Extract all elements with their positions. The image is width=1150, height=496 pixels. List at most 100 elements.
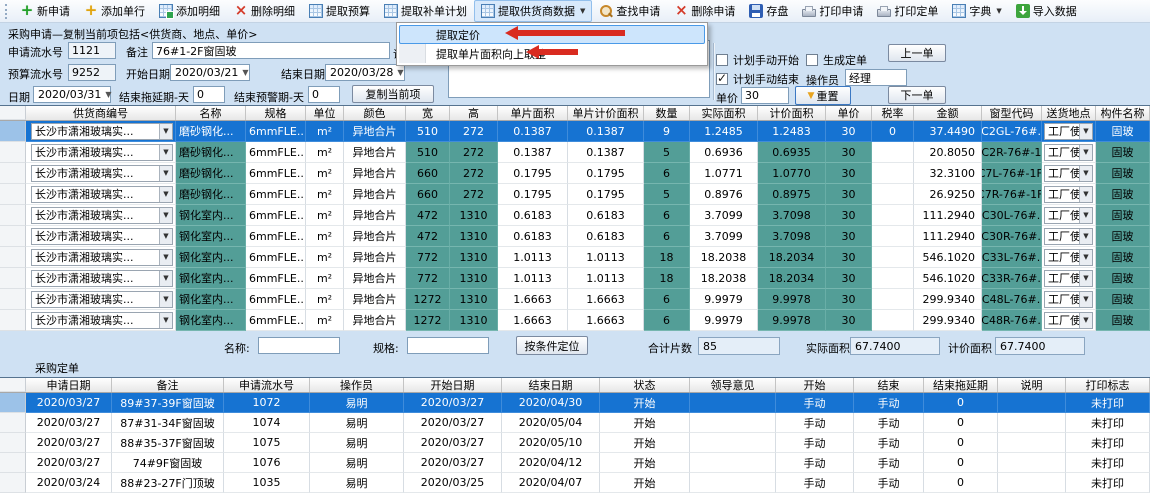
cell[interactable]: 未打印 [1066,433,1150,453]
table-row[interactable]: 长沙市潇湘玻璃实...▼钢化室内...6mmFLE...m²异地合片127213… [0,289,1150,310]
cell[interactable]: 手动 [854,433,924,453]
cell-dropdown[interactable]: 工厂使用▼ [1044,165,1093,182]
combo-cell[interactable]: 长沙市潇湘玻璃实...▼ [26,310,176,331]
cell[interactable]: 1.0770 [758,163,826,184]
cell[interactable]: 299.9340 [914,310,982,331]
cell[interactable]: 32.3100 [914,163,982,184]
cell[interactable]: LC48L-76#... [982,289,1042,310]
cell[interactable]: m² [306,121,344,142]
cell[interactable]: 546.1020 [914,268,982,289]
cell[interactable]: LC30L-76#... [982,205,1042,226]
cell[interactable]: 30 [826,310,872,331]
table-row[interactable]: 2020/03/2789#37-39F窗固玻1072易明2020/03/2720… [0,393,1150,413]
cell[interactable]: 2020/03/27 [404,453,502,473]
cell[interactable] [998,453,1066,473]
combo-cell[interactable]: 长沙市潇湘玻璃实...▼ [26,142,176,163]
cell[interactable]: 0.6935 [758,142,826,163]
cell[interactable]: 9.9979 [690,310,758,331]
row-selector[interactable] [0,310,26,331]
combo-cell[interactable]: 工厂使用▼ [1042,268,1096,289]
cell[interactable]: LC33L-76#... [982,247,1042,268]
reset-button[interactable]: ▼重置 [795,86,851,105]
cell[interactable]: 0.1387 [498,121,568,142]
cell[interactable]: 固玻 [1096,268,1150,289]
cell[interactable]: 30 [826,121,872,142]
cell[interactable]: LC48R-76#... [982,310,1042,331]
combo-cell[interactable]: 长沙市潇湘玻璃实...▼ [26,121,176,142]
cell[interactable]: 钢化室内... [176,289,246,310]
cell[interactable]: 6mmFLE... [246,289,306,310]
cell-dropdown[interactable]: 工厂使用▼ [1044,312,1093,329]
cell[interactable]: 固玻 [1096,289,1150,310]
row-selector[interactable] [0,121,26,142]
cell[interactable]: 18 [644,247,690,268]
cell[interactable]: 易明 [310,453,404,473]
cell[interactable]: 2020/03/27 [404,433,502,453]
cell[interactable]: 1074 [224,413,310,433]
cell[interactable]: 2020/03/27 [26,393,112,413]
start-date-picker[interactable]: 2020/03/21▼ [170,64,250,81]
cell[interactable]: 1.2485 [690,121,758,142]
row-selector[interactable] [0,142,26,163]
row-selector[interactable] [0,163,26,184]
unit-price-field[interactable]: 30 [741,87,789,104]
cell[interactable]: 89#37-39F窗固玻 [112,393,224,413]
plan-manual-end-checkbox[interactable]: 计划手动结束 [716,71,799,87]
cell[interactable]: 1310 [450,226,498,247]
cell[interactable]: 异地合片 [344,247,406,268]
table-row[interactable]: 2020/03/2488#23-27F门顶玻1035易明2020/03/2520… [0,473,1150,493]
cell[interactable]: 2020/04/30 [502,393,600,413]
cell[interactable]: 未打印 [1066,413,1150,433]
toolbar-button-delete-detail[interactable]: 删除明细 [227,0,302,22]
cell[interactable]: 手动 [854,473,924,493]
cell[interactable]: 固玻 [1096,142,1150,163]
cell[interactable]: 9.9979 [690,289,758,310]
cell[interactable]: 9.9978 [758,289,826,310]
combo-cell[interactable]: 长沙市潇湘玻璃实...▼ [26,163,176,184]
cell[interactable]: 0 [924,473,998,493]
cell[interactable]: 6mmFLE... [246,226,306,247]
cell[interactable]: 20.8050 [914,142,982,163]
cell[interactable]: 9 [644,121,690,142]
cell[interactable]: 299.9340 [914,289,982,310]
table-row[interactable]: 长沙市潇湘玻璃实...▼磨砂钢化...6mmFLE...m²异地合片660272… [0,184,1150,205]
table-row[interactable]: 长沙市潇湘玻璃实...▼钢化室内...6mmFLE...m²异地合片472131… [0,226,1150,247]
cell[interactable]: 6mmFLE... [246,142,306,163]
cell[interactable]: 钢化室内... [176,226,246,247]
cell[interactable]: 37.4490 [914,121,982,142]
cell[interactable]: 固玻 [1096,121,1150,142]
cell[interactable]: 0.8976 [690,184,758,205]
row-selector[interactable] [0,289,26,310]
remark-field[interactable]: 76#1-2F窗固玻 [152,42,390,59]
cell[interactable]: 2020/03/27 [26,433,112,453]
cell[interactable]: 6mmFLE... [246,268,306,289]
cell[interactable]: 3.7098 [758,205,826,226]
combo-cell[interactable]: 工厂使用▼ [1042,163,1096,184]
cell[interactable]: 手动 [854,453,924,473]
cell[interactable]: 1310 [450,310,498,331]
cell[interactable]: 1.0113 [498,268,568,289]
cell[interactable]: LC7R-76#-1FO [982,184,1042,205]
toolbar-button-dictionary[interactable]: 字典▼ [945,0,1008,22]
combo-cell[interactable]: 工厂使用▼ [1042,142,1096,163]
next-order-button[interactable]: 下一单 [888,86,946,104]
combo-cell[interactable]: 长沙市潇湘玻璃实...▼ [26,184,176,205]
cell[interactable]: 111.2940 [914,205,982,226]
cell[interactable] [872,184,914,205]
cell[interactable]: 6mmFLE... [246,205,306,226]
cell[interactable]: 钢化室内... [176,268,246,289]
cell[interactable]: m² [306,247,344,268]
cell[interactable] [998,393,1066,413]
cell[interactable] [872,268,914,289]
cell[interactable]: 异地合片 [344,163,406,184]
cell[interactable]: 18.2038 [690,268,758,289]
cell[interactable]: 开始 [600,473,690,493]
cell[interactable]: m² [306,226,344,247]
cell[interactable]: 手动 [854,413,924,433]
cell[interactable] [690,473,776,493]
cell[interactable]: 3.7099 [690,205,758,226]
table-row[interactable]: 长沙市潇湘玻璃实...▼钢化室内...6mmFLE...m²异地合片772131… [0,268,1150,289]
cell[interactable]: 开始 [600,453,690,473]
cell[interactable]: 87#31-34F窗固玻 [112,413,224,433]
cell[interactable]: 0 [924,453,998,473]
